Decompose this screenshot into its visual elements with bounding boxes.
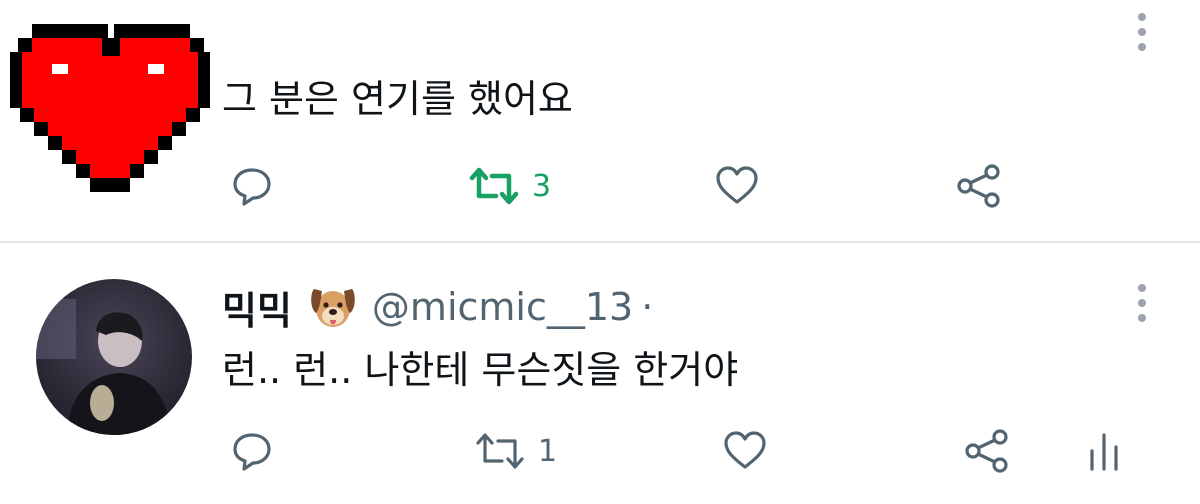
- share-button[interactable]: [964, 429, 1010, 473]
- analytics-button[interactable]: [1084, 429, 1124, 473]
- tweet-text: 런.. 런.. 나한테 무슨짓을 한거야: [222, 348, 739, 392]
- display-name[interactable]: 믹믹: [222, 280, 292, 335]
- share-icon: [957, 164, 1000, 208]
- share-icon: [965, 429, 1008, 473]
- share-button[interactable]: [956, 164, 1002, 208]
- reply-icon: [233, 433, 271, 471]
- like-button[interactable]: [722, 429, 768, 473]
- like-icon: [724, 431, 766, 469]
- avatar[interactable]: [36, 279, 192, 435]
- reply-button[interactable]: [230, 429, 274, 473]
- pixel-heart-avatar[interactable]: [10, 18, 210, 198]
- tweet[interactable]: 믹믹 @micmic__13 · 런.. 런.. 나한테 무슨짓을 한거야 1: [0, 243, 1200, 504]
- user-handle[interactable]: @micmic__13: [372, 285, 633, 329]
- reply-icon: [233, 168, 271, 206]
- retweet-count: 1: [538, 433, 558, 469]
- tweet-header: 믹믹 @micmic__13 ·: [222, 283, 654, 333]
- retweet-count: 3: [532, 168, 552, 204]
- separator-dot: ·: [641, 285, 654, 329]
- retweet-icon: [476, 433, 524, 469]
- like-icon: [716, 166, 758, 204]
- retweet-button[interactable]: 3: [468, 164, 551, 208]
- more-options-icon[interactable]: [1132, 281, 1152, 325]
- reply-button[interactable]: [230, 164, 274, 208]
- retweet-button[interactable]: 1: [474, 429, 557, 473]
- more-options-icon[interactable]: [1132, 10, 1152, 54]
- retweet-icon: [469, 167, 519, 205]
- tweet[interactable]: 그 분은 연기를 했어요 3: [0, 0, 1200, 242]
- like-button[interactable]: [714, 164, 760, 208]
- dog-emoji-icon: [308, 283, 358, 331]
- analytics-icon: [1090, 433, 1118, 471]
- tweet-text: 그 분은 연기를 했어요: [222, 77, 573, 121]
